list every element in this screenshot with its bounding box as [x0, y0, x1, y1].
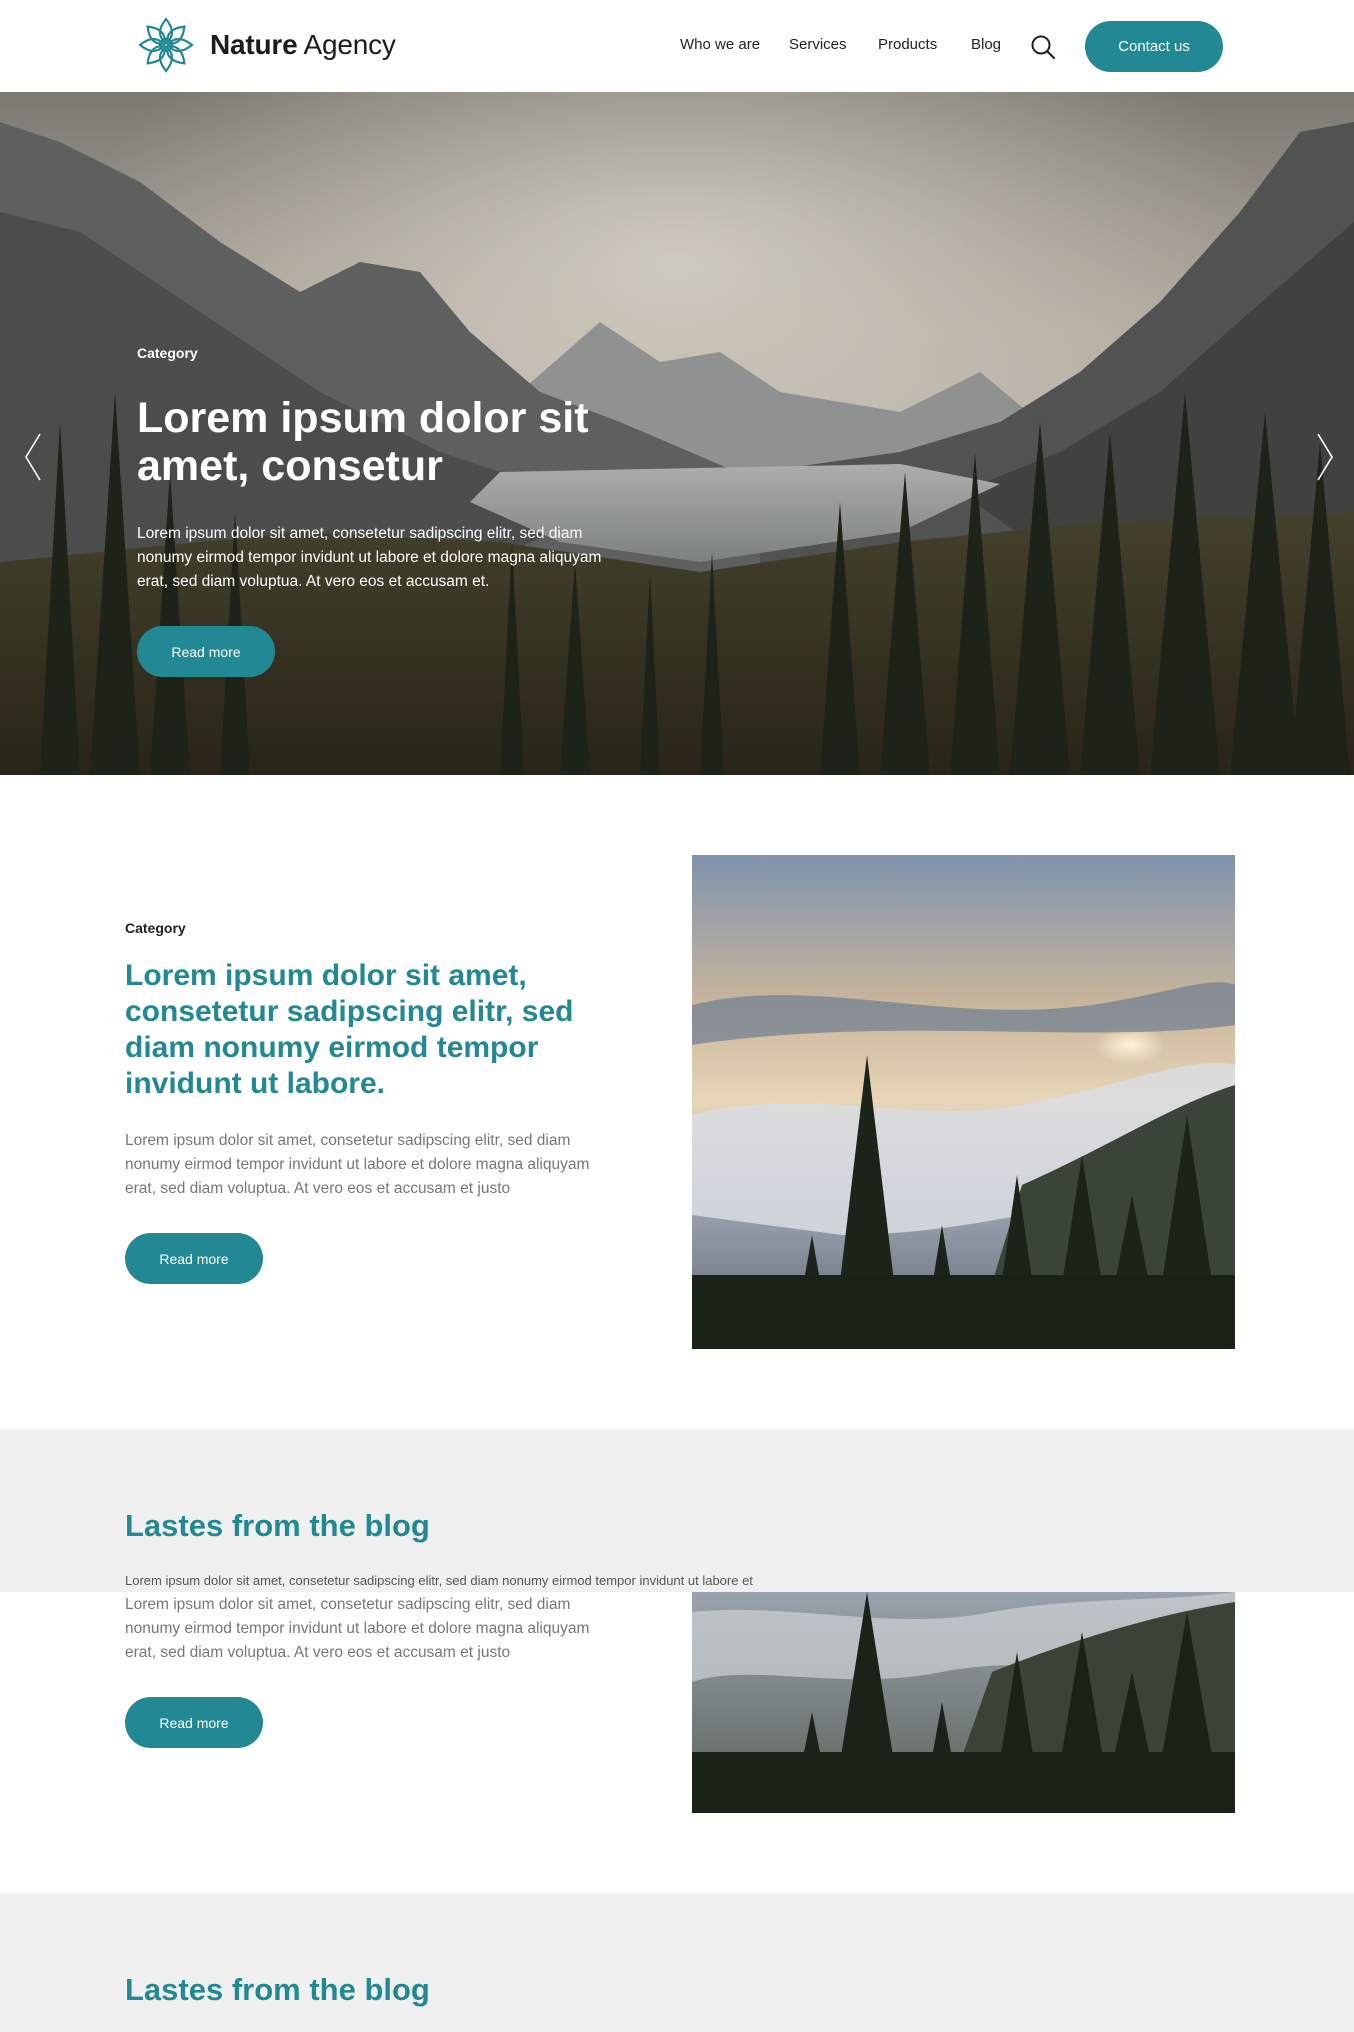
logo-flower-icon: [138, 17, 194, 73]
hero-read-more-button[interactable]: Read more: [137, 626, 275, 677]
chevron-left-icon[interactable]: [22, 432, 44, 482]
nav-who-we-are[interactable]: Who we are: [680, 36, 760, 53]
nav-blog[interactable]: Blog: [971, 36, 1001, 53]
repeat-read-more-button[interactable]: Read more: [125, 1697, 263, 1748]
nav-products[interactable]: Products: [878, 36, 937, 53]
feature-read-more-button[interactable]: Read more: [125, 1233, 263, 1284]
feature-title: Lorem ipsum dolor sit amet, consetetur s…: [125, 959, 574, 1100]
nav-services[interactable]: Services: [789, 36, 847, 53]
feature-category: Category: [125, 920, 186, 936]
contact-us-button[interactable]: Contact us: [1085, 21, 1223, 72]
hero-title: Lorem ipsum dolor sit amet, consetur: [137, 394, 589, 490]
blog-title: Lastes from the blog: [125, 1508, 430, 1543]
blog-section-2: [0, 1893, 1354, 2032]
brand-name: Nature Agency: [210, 29, 396, 60]
chevron-right-icon[interactable]: [1314, 432, 1336, 482]
blog-subtitle: Lorem ipsum dolor sit amet, consetetur s…: [125, 1573, 753, 1588]
hero-text: Lorem ipsum dolor sit amet, consetetur s…: [137, 525, 602, 590]
repeat-text: Lorem ipsum dolor sit amet, consetetur s…: [125, 1596, 590, 1661]
repeat-image: [692, 1592, 1235, 1813]
site-header: Nature Agency Who we are Services Produc…: [0, 0, 1354, 92]
hero-category: Category: [137, 345, 198, 361]
hero-slider: Category Lorem ipsum dolor sit amet, con…: [0, 92, 1354, 775]
logo[interactable]: Nature Agency: [136, 15, 396, 75]
feature-image: [692, 855, 1235, 1349]
blog-title-2: Lastes from the blog: [125, 1972, 430, 2007]
search-icon[interactable]: [1030, 34, 1056, 60]
feature-text: Lorem ipsum dolor sit amet, consetetur s…: [125, 1132, 590, 1197]
